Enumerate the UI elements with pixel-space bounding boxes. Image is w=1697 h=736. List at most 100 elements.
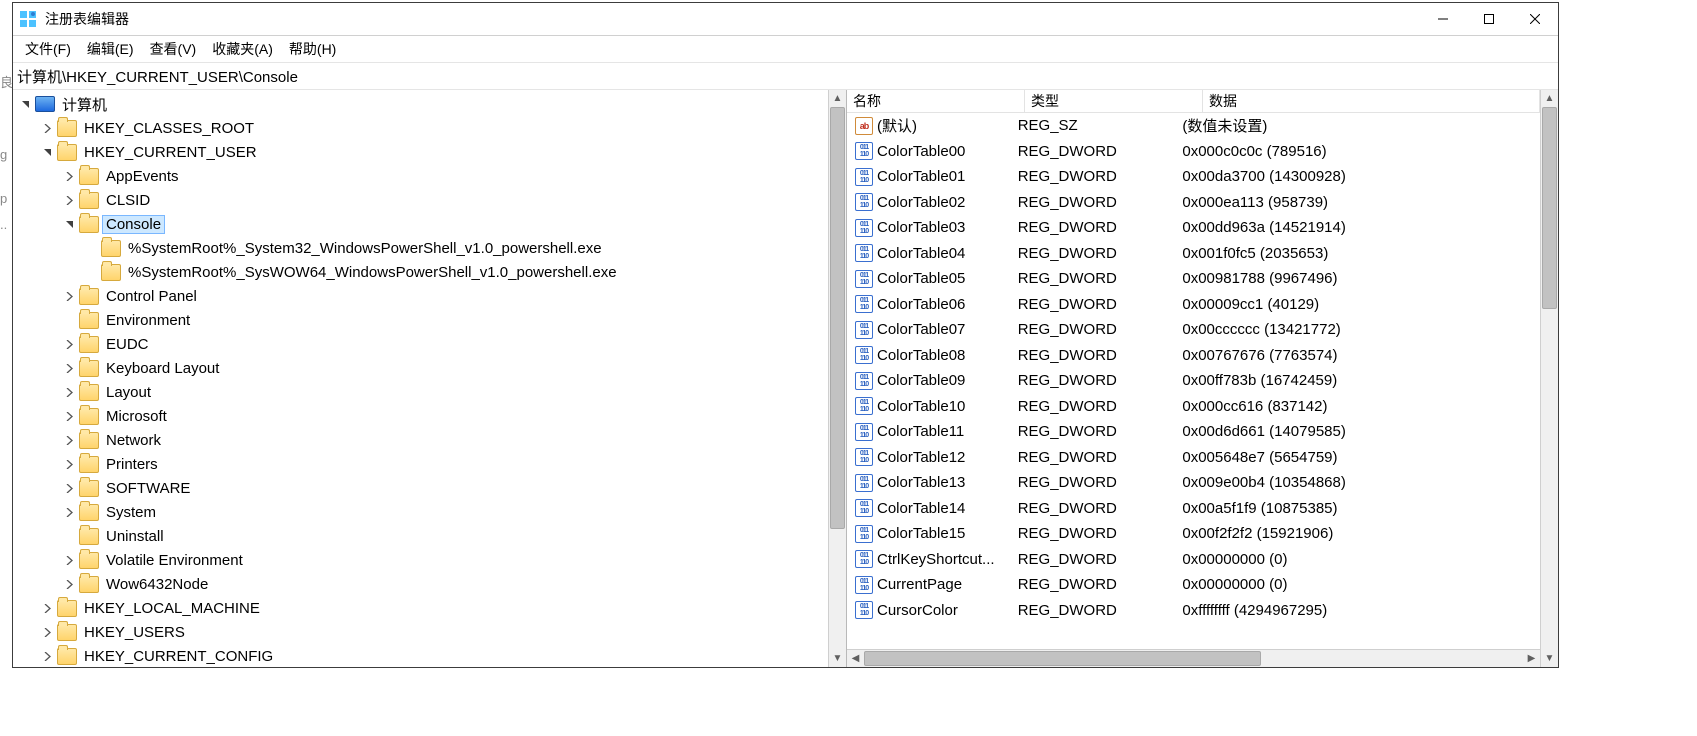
folder-icon xyxy=(57,120,77,137)
expand-icon[interactable] xyxy=(39,600,55,616)
scroll-left-icon[interactable]: ◀ xyxy=(847,650,864,667)
col-type[interactable]: 类型 xyxy=(1025,90,1203,112)
col-data[interactable]: 数据 xyxy=(1203,90,1540,112)
tree-key[interactable]: System xyxy=(13,500,828,524)
expand-icon[interactable] xyxy=(61,504,77,520)
value-row[interactable]: 011110ColorTable14REG_DWORD0x00a5f1f9 (1… xyxy=(847,496,1540,522)
tree-key[interactable]: %SystemRoot%_SysWOW64_WindowsPowerShell_… xyxy=(13,260,828,284)
value-row[interactable]: 011110ColorTable01REG_DWORD0x00da3700 (1… xyxy=(847,164,1540,190)
tree-key[interactable]: Wow6432Node xyxy=(13,572,828,596)
tree-key[interactable]: HKEY_CLASSES_ROOT xyxy=(13,116,828,140)
tree-key[interactable]: EUDC xyxy=(13,332,828,356)
expand-icon[interactable] xyxy=(61,552,77,568)
tree-key[interactable]: Microsoft xyxy=(13,404,828,428)
tree-key[interactable]: HKEY_CURRENT_CONFIG xyxy=(13,644,828,667)
tree-key[interactable]: Layout xyxy=(13,380,828,404)
tree-label: %SystemRoot%_SysWOW64_WindowsPowerShell_… xyxy=(125,264,620,281)
expand-icon[interactable] xyxy=(61,384,77,400)
value-row[interactable]: 011110ColorTable03REG_DWORD0x00dd963a (1… xyxy=(847,215,1540,241)
tree-key[interactable]: HKEY_CURRENT_USER xyxy=(13,140,828,164)
expand-icon[interactable] xyxy=(61,480,77,496)
value-row[interactable]: 011110ColorTable00REG_DWORD0x000c0c0c (7… xyxy=(847,139,1540,165)
tree-key[interactable]: Environment xyxy=(13,308,828,332)
dword-value-icon: 011110 xyxy=(855,576,873,594)
col-name[interactable]: 名称 xyxy=(847,90,1025,112)
scroll-up-icon[interactable]: ▲ xyxy=(829,90,846,107)
tree-key[interactable]: Uninstall xyxy=(13,524,828,548)
expand-icon[interactable] xyxy=(61,336,77,352)
value-row[interactable]: 011110ColorTable07REG_DWORD0x00cccccc (1… xyxy=(847,317,1540,343)
scroll-right-icon[interactable]: ▶ xyxy=(1523,650,1540,667)
tree-key[interactable]: Volatile Environment xyxy=(13,548,828,572)
tree-key[interactable]: CLSID xyxy=(13,188,828,212)
expand-icon[interactable] xyxy=(61,432,77,448)
value-row[interactable]: 011110ColorTable13REG_DWORD0x009e00b4 (1… xyxy=(847,470,1540,496)
folder-icon xyxy=(57,648,77,665)
value-row[interactable]: 011110CursorColorREG_DWORD0xffffffff (42… xyxy=(847,598,1540,624)
tree-key[interactable]: HKEY_LOCAL_MACHINE xyxy=(13,596,828,620)
expand-icon[interactable] xyxy=(61,456,77,472)
value-row[interactable]: 011110CtrlKeyShortcut...REG_DWORD0x00000… xyxy=(847,547,1540,573)
expand-icon[interactable] xyxy=(61,408,77,424)
maximize-button[interactable] xyxy=(1466,3,1512,35)
value-row[interactable]: 011110ColorTable15REG_DWORD0x00f2f2f2 (1… xyxy=(847,521,1540,547)
expand-icon[interactable] xyxy=(61,360,77,376)
folder-icon xyxy=(79,168,99,185)
expand-icon[interactable] xyxy=(61,288,77,304)
minimize-button[interactable] xyxy=(1420,3,1466,35)
regedit-window: 注册表编辑器 文件(F) 编辑(E) 查看(V) 收藏夹(A) 帮助(H) 计算… xyxy=(12,2,1559,668)
scroll-thumb[interactable] xyxy=(830,107,845,529)
value-row[interactable]: 011110ColorTable05REG_DWORD0x00981788 (9… xyxy=(847,266,1540,292)
expand-icon[interactable] xyxy=(39,120,55,136)
collapse-icon[interactable] xyxy=(61,216,77,232)
value-row[interactable]: 011110ColorTable12REG_DWORD0x005648e7 (5… xyxy=(847,445,1540,471)
value-row[interactable]: 011110ColorTable06REG_DWORD0x00009cc1 (4… xyxy=(847,292,1540,318)
scroll-down-icon[interactable]: ▼ xyxy=(1541,650,1558,667)
tree-key[interactable]: SOFTWARE xyxy=(13,476,828,500)
values-list[interactable]: ab(默认)REG_SZ(数值未设置)011110ColorTable00REG… xyxy=(847,113,1540,649)
menu-edit[interactable]: 编辑(E) xyxy=(79,37,142,61)
tree-vertical-scrollbar[interactable]: ▲ ▼ xyxy=(828,90,846,667)
scroll-up-icon[interactable]: ▲ xyxy=(1541,90,1558,107)
menu-view[interactable]: 查看(V) xyxy=(142,37,205,61)
values-vertical-scrollbar[interactable]: ▲ ▼ xyxy=(1540,90,1558,667)
scroll-down-icon[interactable]: ▼ xyxy=(829,650,846,667)
menu-help[interactable]: 帮助(H) xyxy=(281,37,344,61)
scroll-thumb[interactable] xyxy=(1542,107,1557,309)
expand-icon[interactable] xyxy=(61,192,77,208)
collapse-icon[interactable] xyxy=(17,96,33,112)
expand-icon[interactable] xyxy=(39,624,55,640)
tree-root[interactable]: 计算机 xyxy=(13,92,828,116)
value-row[interactable]: ab(默认)REG_SZ(数值未设置) xyxy=(847,113,1540,139)
value-row[interactable]: 011110ColorTable04REG_DWORD0x001f0fc5 (2… xyxy=(847,241,1540,267)
tree-key[interactable]: AppEvents xyxy=(13,164,828,188)
registry-tree[interactable]: 计算机HKEY_CLASSES_ROOTHKEY_CURRENT_USERApp… xyxy=(13,90,828,667)
menu-favorites[interactable]: 收藏夹(A) xyxy=(204,37,281,61)
expand-icon[interactable] xyxy=(39,648,55,664)
dword-value-icon: 011110 xyxy=(855,270,873,288)
tree-key[interactable]: Printers xyxy=(13,452,828,476)
address-bar[interactable]: 计算机\HKEY_CURRENT_USER\Console xyxy=(13,63,1558,90)
value-row[interactable]: 011110ColorTable08REG_DWORD0x00767676 (7… xyxy=(847,343,1540,369)
tree-key[interactable]: Control Panel xyxy=(13,284,828,308)
value-row[interactable]: 011110ColorTable02REG_DWORD0x000ea113 (9… xyxy=(847,190,1540,216)
hscroll-thumb[interactable] xyxy=(864,651,1261,666)
collapse-icon[interactable] xyxy=(39,144,55,160)
close-button[interactable] xyxy=(1512,3,1558,35)
tree-key[interactable]: %SystemRoot%_System32_WindowsPowerShell_… xyxy=(13,236,828,260)
value-row[interactable]: 011110ColorTable10REG_DWORD0x000cc616 (8… xyxy=(847,394,1540,420)
values-horizontal-scrollbar[interactable]: ◀ ▶ xyxy=(847,649,1540,667)
tree-key[interactable]: Console xyxy=(13,212,828,236)
tree-key[interactable]: Keyboard Layout xyxy=(13,356,828,380)
title-bar[interactable]: 注册表编辑器 xyxy=(13,3,1558,36)
tree-key[interactable]: HKEY_USERS xyxy=(13,620,828,644)
value-type: REG_DWORD xyxy=(1012,168,1177,185)
tree-label: EUDC xyxy=(103,336,152,353)
value-row[interactable]: 011110ColorTable11REG_DWORD0x00d6d661 (1… xyxy=(847,419,1540,445)
value-row[interactable]: 011110CurrentPageREG_DWORD0x00000000 (0) xyxy=(847,572,1540,598)
menu-file[interactable]: 文件(F) xyxy=(17,37,79,61)
tree-key[interactable]: Network xyxy=(13,428,828,452)
expand-icon[interactable] xyxy=(61,168,77,184)
value-row[interactable]: 011110ColorTable09REG_DWORD0x00ff783b (1… xyxy=(847,368,1540,394)
expand-icon[interactable] xyxy=(61,576,77,592)
